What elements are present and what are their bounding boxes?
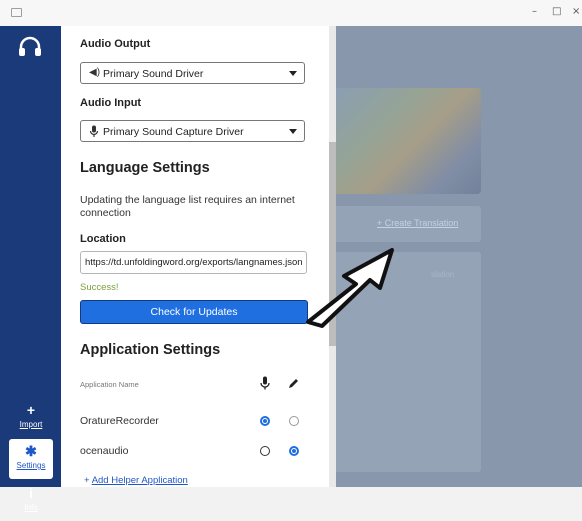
window-titlebar: – □ × bbox=[0, 0, 582, 26]
headset-icon[interactable] bbox=[17, 35, 43, 59]
audio-output-label: Audio Output bbox=[80, 38, 151, 50]
edit-radio-ocenaudio[interactable] bbox=[289, 446, 299, 456]
nav-settings-label: Settings bbox=[16, 461, 46, 470]
minimize-button[interactable]: – bbox=[532, 6, 537, 17]
plus-icon: + bbox=[84, 475, 90, 486]
speaker-icon: ◀) bbox=[89, 67, 101, 78]
check-for-updates-button[interactable]: Check for Updates bbox=[80, 300, 308, 324]
add-helper-application-label: Add Helper Application bbox=[91, 475, 188, 486]
nav-import-label: Import bbox=[19, 420, 43, 429]
audio-output-select[interactable]: ◀) Primary Sound Driver bbox=[80, 62, 305, 84]
location-field-wrapper bbox=[80, 251, 307, 274]
audio-output-value: Primary Sound Driver bbox=[103, 68, 204, 80]
left-nav-bar: + Import ✱ Settings i Info bbox=[0, 26, 61, 512]
gear-icon: ✱ bbox=[25, 443, 37, 459]
nav-info-label: Info bbox=[24, 503, 38, 512]
nav-settings-button[interactable]: ✱ Settings bbox=[9, 439, 53, 479]
create-translation-link[interactable]: + Create Translation bbox=[377, 218, 458, 228]
language-settings-description: Updating the language list requires an i… bbox=[80, 194, 295, 219]
application-name-column-header: Application Name bbox=[80, 380, 139, 389]
language-settings-heading: Language Settings bbox=[80, 160, 210, 176]
maximize-button[interactable]: □ bbox=[552, 6, 561, 17]
mic-icon bbox=[89, 125, 99, 137]
app-row-name: OratureRecorder bbox=[80, 415, 159, 427]
app-icon bbox=[11, 8, 22, 17]
nav-info-button[interactable]: i Info bbox=[9, 481, 53, 521]
mic-icon bbox=[260, 376, 270, 390]
audio-input-label: Audio Input bbox=[80, 97, 142, 109]
pencil-icon bbox=[289, 379, 298, 388]
create-translation-card[interactable]: + Create Translation bbox=[327, 206, 481, 242]
audio-input-value: Primary Sound Capture Driver bbox=[103, 126, 244, 138]
app-row-name: ocenaudio bbox=[80, 445, 129, 457]
application-settings-heading: Application Settings bbox=[80, 342, 221, 358]
info-icon: i bbox=[29, 485, 33, 501]
record-radio-ocenaudio[interactable] bbox=[260, 446, 270, 456]
record-radio-oraturerecorder[interactable] bbox=[260, 416, 270, 426]
arrow-annotation bbox=[306, 248, 394, 328]
project-artwork-image bbox=[329, 88, 481, 194]
audio-input-select[interactable]: Primary Sound Capture Driver bbox=[80, 120, 305, 142]
chevron-down-icon bbox=[289, 71, 297, 76]
nav-import-button[interactable]: + Import bbox=[9, 398, 53, 438]
close-button[interactable]: × bbox=[572, 6, 580, 17]
location-input[interactable] bbox=[81, 252, 306, 273]
plus-icon: + bbox=[26, 402, 36, 418]
chevron-down-icon bbox=[289, 129, 297, 134]
status-success-text: Success! bbox=[80, 282, 119, 293]
edit-radio-oraturerecorder[interactable] bbox=[289, 416, 299, 426]
add-helper-application-link[interactable]: + Add Helper Application bbox=[84, 475, 188, 486]
location-label: Location bbox=[80, 233, 126, 245]
settings-panel: Audio Output ◀) Primary Sound Driver Aud… bbox=[61, 26, 329, 487]
